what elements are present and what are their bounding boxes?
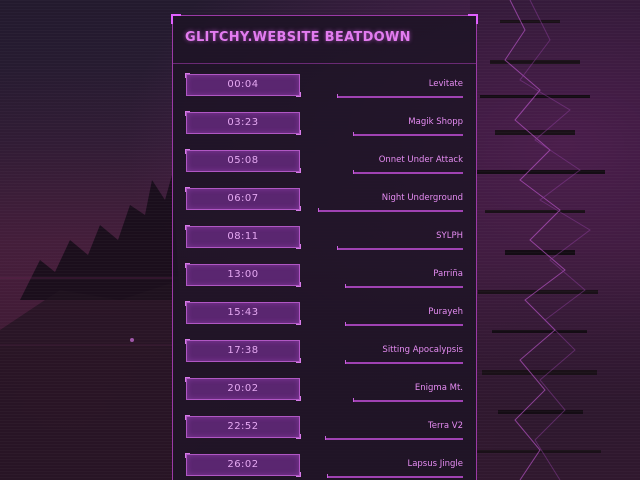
track-timestamp-button[interactable]: 00:04 [185,73,301,97]
track-timestamp-button[interactable]: 20:02 [185,377,301,401]
track-timestamp-button[interactable]: 13:00 [185,263,301,287]
track-underline [337,94,463,98]
glitch-waveform [470,0,640,480]
track-row: 20:02 Enigma Mt. [173,376,476,414]
track-title: SYLPH [436,231,463,241]
track-row: 06:07 Night Underground [173,186,476,224]
track-row: 17:38 Sitting Apocalypsis [173,338,476,376]
track-row: 22:52 Terra V2 [173,414,476,452]
track-underline [353,170,463,174]
track-underline [353,398,463,402]
track-title: Onnet Under Attack [378,155,463,165]
track-underline [353,132,463,136]
track-title: Levitate [428,79,463,89]
track-underline [325,436,463,440]
track-title: Lapsus Jingle [407,459,463,469]
panel-corner-top-right [468,14,478,24]
track-timestamp-button[interactable]: 08:11 [185,225,301,249]
track-row: 26:02 Lapsus Jingle [173,452,476,480]
track-title: Parriña [433,269,463,279]
track-title: Purayeh [428,307,463,317]
track-underline [337,246,463,250]
track-timestamp-button[interactable]: 22:52 [185,415,301,439]
track-underline [345,284,463,288]
track-timestamp-button[interactable]: 15:43 [185,301,301,325]
mountain-silhouette [20,175,180,300]
track-row: 13:00 Parriña [173,262,476,300]
track-timestamp-button[interactable]: 05:08 [185,149,301,173]
panel-corner-top-left [171,14,181,24]
track-title: Terra V2 [428,421,463,431]
panel-title: GLITCHY.WEBSITE BEATDOWN [185,30,411,45]
track-title: Sitting Apocalypsis [382,345,463,355]
track-title: Enigma Mt. [414,383,463,393]
track-timestamp-button[interactable]: 06:07 [185,187,301,211]
track-row: 08:11 SYLPH [173,224,476,262]
track-timestamp-button[interactable]: 17:38 [185,339,301,363]
tracklist-panel: GLITCHY.WEBSITE BEATDOWN 00:04 Levitate 03… [171,14,478,480]
track-underline [318,208,463,212]
track-underline [345,322,463,326]
track-underline [345,360,463,364]
track-timestamp-button[interactable]: 03:23 [185,111,301,135]
track-row: 03:23 Magik Shopp [173,110,476,148]
title-divider [173,63,476,64]
track-row: 15:43 Purayeh [173,300,476,338]
track-timestamp-button[interactable]: 26:02 [185,453,301,477]
tracklist: 00:04 Levitate 03:23 Magik Shopp 05:08 Onnet … [173,72,476,480]
track-row: 00:04 Levitate [173,72,476,110]
track-row: 05:08 Onnet Under Attack [173,148,476,186]
track-title: Magik Shopp [408,117,463,127]
track-underline [327,474,463,478]
app-stage: GLITCHY.WEBSITE BEATDOWN 00:04 Levitate 03… [0,0,640,480]
track-title: Night Underground [381,193,463,203]
